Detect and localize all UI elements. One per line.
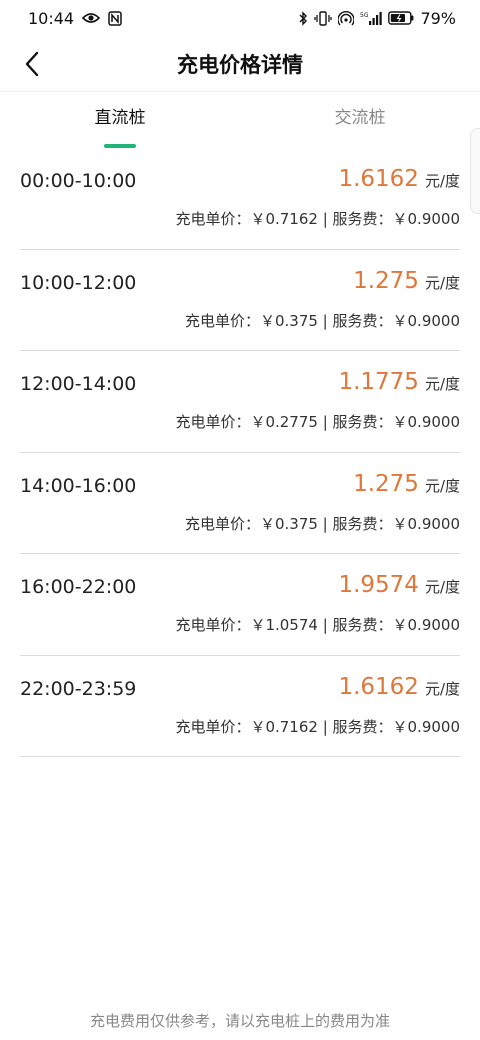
total-price: 1.1775 (338, 369, 419, 395)
price-row: 16:00-22:00 1.9574 元/度 充电单价：￥1.0574 | 服务… (20, 554, 460, 656)
status-bar-left: 10:44 (28, 9, 122, 28)
price-row: 14:00-16:00 1.275 元/度 充电单价：￥0.375 | 服务费：… (20, 453, 460, 554)
price-breakdown: 充电单价：￥0.7162 | 服务费：￥0.9000 (175, 717, 460, 736)
nfc-icon (108, 10, 122, 26)
vibrate-icon (314, 10, 333, 26)
status-bar-right: 5G 79% (298, 9, 456, 28)
total-price-group: 1.9574 元/度 (338, 572, 460, 598)
tab-ac-charger[interactable]: 交流桩 (280, 100, 440, 152)
price-unit: 元/度 (424, 578, 460, 596)
price-list: 00:00-10:00 1.6162 元/度 充电单价：￥0.7162 | 服务… (20, 148, 460, 757)
time-range: 16:00-22:00 (20, 576, 137, 598)
tab-ac-label: 交流桩 (334, 108, 386, 128)
total-price: 1.275 (353, 267, 419, 294)
time-range: 10:00-12:00 (20, 271, 137, 294)
price-unit: 元/度 (424, 679, 460, 698)
total-price-group: 1.275 元/度 (353, 268, 460, 294)
total-price: 1.6162 (338, 166, 419, 192)
price-row: 12:00-14:00 1.1775 元/度 充电单价：￥0.2775 | 服务… (20, 351, 460, 453)
time-range: 14:00-16:00 (20, 474, 137, 497)
time-range: 22:00-23:59 (20, 677, 137, 700)
battery-icon (388, 11, 414, 25)
total-price: 1.275 (353, 470, 419, 497)
status-bar: 10:44 5G 79% (0, 0, 480, 36)
price-unit: 元/度 (424, 273, 460, 292)
eye-icon (82, 12, 101, 24)
total-price-group: 1.1775 元/度 (338, 369, 460, 395)
price-row: 00:00-10:00 1.6162 元/度 充电单价：￥0.7162 | 服务… (20, 148, 460, 250)
price-unit: 元/度 (424, 375, 460, 393)
price-unit: 元/度 (424, 476, 460, 495)
total-price-group: 1.275 元/度 (353, 471, 460, 497)
back-button[interactable] (12, 44, 52, 84)
total-price: 1.9574 (338, 572, 419, 598)
price-breakdown: 充电单价：￥1.0574 | 服务费：￥0.9000 (175, 616, 460, 634)
total-price-group: 1.6162 元/度 (338, 674, 460, 700)
price-row: 22:00-23:59 1.6162 元/度 充电单价：￥0.7162 | 服务… (20, 656, 460, 757)
time-range: 00:00-10:00 (20, 170, 137, 192)
disclaimer-note: 充电费用仅供参考，请以充电桩上的费用为准 (89, 1012, 390, 1030)
tab-bar: 直流桩 交流桩 (0, 100, 480, 152)
time-range: 12:00-14:00 (20, 373, 137, 395)
hotspot-icon (338, 10, 355, 26)
charging-price-detail-page: 10:44 5G 79% 充电价格详情 直流桩 交流桩 00:00-10:00 … (0, 0, 480, 1040)
price-row: 10:00-12:00 1.275 元/度 充电单价：￥0.375 | 服务费：… (20, 250, 460, 351)
header: 充电价格详情 (0, 36, 480, 92)
bluetooth-icon (298, 10, 308, 26)
page-title: 充电价格详情 (177, 52, 303, 77)
total-price: 1.6162 (338, 673, 419, 700)
price-breakdown: 充电单价：￥0.2775 | 服务费：￥0.9000 (175, 413, 460, 431)
tab-dc-label: 直流桩 (94, 108, 146, 128)
chevron-left-icon (24, 51, 40, 77)
price-breakdown: 充电单价：￥0.375 | 服务费：￥0.9000 (184, 311, 460, 330)
signal-5g-icon: 5G (360, 11, 383, 26)
total-price-group: 1.6162 元/度 (338, 166, 460, 192)
price-breakdown: 充电单价：￥0.7162 | 服务费：￥0.9000 (175, 210, 460, 228)
price-unit: 元/度 (424, 172, 460, 190)
price-breakdown: 充电单价：￥0.375 | 服务费：￥0.9000 (184, 514, 460, 533)
svg-text:5G: 5G (360, 12, 369, 19)
clock: 10:44 (28, 8, 75, 28)
battery-percent: 79% (420, 8, 456, 28)
side-drawer-handle[interactable] (470, 128, 480, 214)
